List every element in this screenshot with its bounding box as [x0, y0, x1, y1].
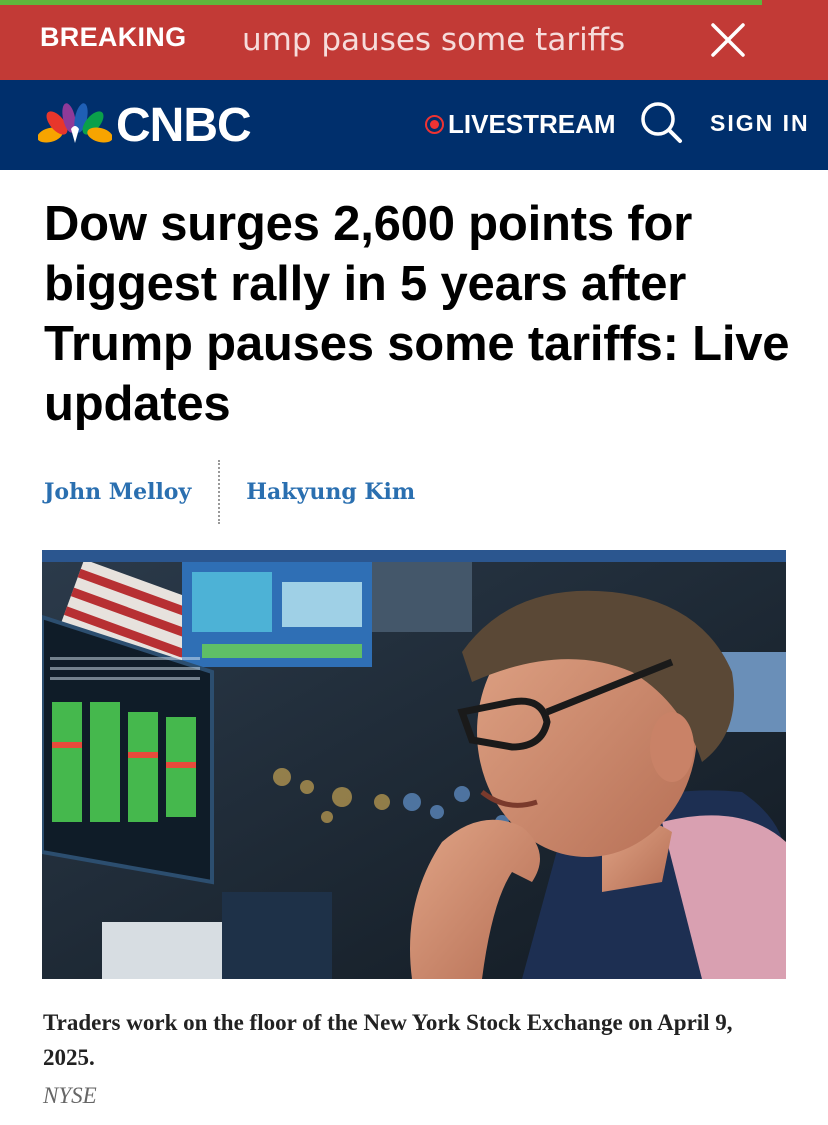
breaking-tag: BREAKING	[40, 22, 187, 52]
cnbc-logo[interactable]: CNBC	[38, 98, 252, 152]
sign-in-button[interactable]: SIGN IN	[710, 110, 810, 137]
photo-caption: Traders work on the floor of the New Yor…	[43, 1010, 733, 1070]
breaking-progress-bar	[0, 0, 762, 5]
article-headline: Dow surges 2,600 points for biggest rall…	[44, 197, 790, 431]
peacock-icon	[38, 103, 112, 143]
image-accent-bar	[42, 550, 786, 562]
site-header: CNBC LIVESTREAM SIGN IN	[0, 80, 828, 170]
live-dot-icon	[425, 115, 444, 134]
breaking-news-banner[interactable]: BREAKING ump pauses some tariffs	[0, 0, 828, 80]
author-byline: John Melloy Hakyung Kim	[44, 460, 415, 524]
logo-wordmark: CNBC	[116, 98, 252, 152]
breaking-ticker-text[interactable]: ump pauses some tariffs	[242, 22, 662, 58]
photo-credit: NYSE	[43, 1083, 97, 1108]
author-link-hakyung-kim[interactable]: Hakyung Kim	[246, 479, 415, 505]
livestream-button[interactable]: LIVESTREAM	[425, 109, 616, 140]
search-icon[interactable]	[638, 99, 684, 145]
article-lead-photo[interactable]	[42, 562, 786, 979]
close-icon[interactable]	[708, 20, 748, 60]
livestream-label: LIVESTREAM	[448, 109, 616, 139]
author-link-john-melloy[interactable]: John Melloy	[44, 479, 191, 505]
author-divider	[218, 460, 221, 524]
